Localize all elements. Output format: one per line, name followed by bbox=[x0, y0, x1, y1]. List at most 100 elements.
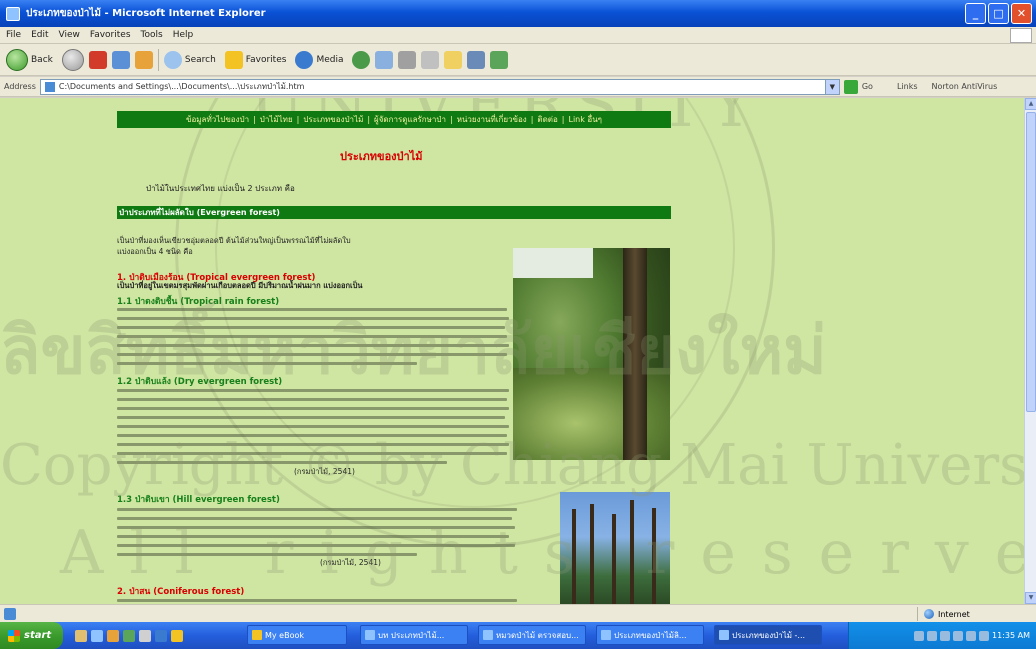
nav-general[interactable]: ข้อมูลทั่วไปของป่า bbox=[186, 113, 249, 126]
back-icon[interactable] bbox=[6, 48, 28, 71]
quicklaunch-icon[interactable] bbox=[75, 629, 87, 642]
quicklaunch-icon[interactable] bbox=[91, 629, 103, 642]
evergreen-forest-photo bbox=[513, 248, 670, 460]
stop-icon[interactable] bbox=[88, 50, 107, 69]
standard-toolbar: Back Search Favorites Media bbox=[0, 44, 1036, 76]
windows-logo-icon bbox=[1010, 28, 1032, 43]
address-url: C:\Documents and Settings\...\Documents\… bbox=[58, 82, 305, 91]
hill-evergreen-ref: (กรมป่าไม้, 2541) bbox=[320, 558, 381, 567]
address-input[interactable]: C:\Documents and Settings\...\Documents\… bbox=[39, 78, 840, 95]
taskbar-item[interactable]: หมวดป่าไม้ ตรวจสอบ... bbox=[478, 625, 586, 645]
mail-icon[interactable] bbox=[375, 50, 394, 69]
taskbar-item[interactable]: บท ประเภทป่าไม้... bbox=[360, 625, 468, 645]
nav-forest-types[interactable]: ประเภทของป่าไม้ bbox=[303, 113, 363, 126]
search-label[interactable]: Search bbox=[185, 55, 216, 65]
go-icon[interactable] bbox=[843, 79, 858, 94]
tray-icon[interactable] bbox=[979, 630, 990, 641]
scroll-thumb[interactable] bbox=[1026, 112, 1036, 412]
status-bar: Internet bbox=[0, 604, 1036, 622]
globe-icon bbox=[924, 609, 934, 619]
window-titlebar: ประเภทของป่าไม้ - Microsoft Internet Exp… bbox=[0, 0, 1036, 27]
links-button[interactable]: Links bbox=[897, 82, 918, 91]
address-bar: Address C:\Documents and Settings\...\Do… bbox=[0, 77, 1036, 97]
print-icon[interactable] bbox=[398, 50, 417, 69]
subheading-dry-evergreen: 1.2 ป่าดิบแล้ง (Dry evergreen forest) bbox=[117, 377, 283, 387]
menu-bar: File Edit View Favorites Tools Help bbox=[0, 27, 1036, 44]
taskbar-item[interactable]: My eBook bbox=[247, 625, 347, 645]
tropical-evergreen-desc: เป็นป่าที่อยู่ในเขตมรสุมพัดผ่านเกือบตลอด… bbox=[117, 281, 363, 290]
site-nav: ข้อมูลทั่วไปของป่า | ป่าไม้ไทย | ประเภทของ… bbox=[117, 111, 671, 128]
menu-edit[interactable]: Edit bbox=[31, 30, 48, 40]
taskbar-item-active[interactable]: ประเภทของป่าไม้ -... bbox=[714, 625, 822, 645]
pine-forest-photo bbox=[560, 492, 670, 604]
favorites-icon[interactable] bbox=[224, 50, 243, 69]
scroll-up-icon[interactable]: ▲ bbox=[1025, 98, 1036, 110]
search-icon[interactable] bbox=[163, 50, 182, 69]
nav-links[interactable]: Link อื่นๆ bbox=[568, 113, 602, 126]
ie-icon bbox=[6, 6, 20, 21]
system-tray: 11:35 AM bbox=[848, 622, 1036, 649]
address-label: Address bbox=[4, 82, 36, 91]
minimize-button[interactable]: _ bbox=[965, 3, 986, 24]
window-title: ประเภทของป่าไม้ - Microsoft Internet Exp… bbox=[26, 8, 266, 19]
media-label[interactable]: Media bbox=[316, 55, 343, 65]
research-icon[interactable] bbox=[490, 50, 509, 69]
section-heading-evergreen: ป่าประเภทที่ไม่ผลัดใบ (Evergreen forest) bbox=[117, 206, 671, 219]
vertical-scrollbar[interactable]: ▲ ▼ bbox=[1024, 98, 1036, 604]
folder-icon[interactable] bbox=[444, 50, 463, 69]
home-icon[interactable] bbox=[134, 50, 153, 69]
window-controls: _ □ ✕ bbox=[965, 3, 1032, 24]
norton-button[interactable]: Norton AntiVirus bbox=[932, 82, 998, 91]
maximize-button[interactable]: □ bbox=[988, 3, 1009, 24]
address-dropdown-icon[interactable]: ▼ bbox=[824, 79, 839, 94]
menu-file[interactable]: File bbox=[6, 30, 21, 40]
subheading-hill-evergreen: 1.3 ป่าดิบเขา (Hill evergreen forest) bbox=[117, 495, 280, 505]
forward-icon[interactable] bbox=[61, 48, 84, 71]
zone-label: Internet bbox=[938, 609, 970, 619]
tray-icon[interactable] bbox=[953, 630, 964, 641]
menu-view[interactable]: View bbox=[59, 30, 80, 40]
quicklaunch-icon[interactable] bbox=[171, 629, 183, 642]
refresh-icon[interactable] bbox=[111, 50, 130, 69]
page-status-icon bbox=[4, 607, 16, 620]
close-button[interactable]: ✕ bbox=[1011, 3, 1032, 24]
tray-icon[interactable] bbox=[914, 630, 925, 641]
menu-tools[interactable]: Tools bbox=[141, 30, 163, 40]
tray-icon[interactable] bbox=[927, 630, 938, 641]
history-icon[interactable] bbox=[352, 50, 371, 69]
scroll-down-icon[interactable]: ▼ bbox=[1025, 592, 1036, 604]
quicklaunch-icon[interactable] bbox=[139, 629, 151, 642]
nav-caretakers[interactable]: ผู้จัดการดูแลรักษาป่า bbox=[374, 113, 446, 126]
section-intro-line2: แบ่งออกเป็น 4 ชนิด คือ bbox=[117, 247, 193, 256]
section-intro-line1: เป็นป่าที่มองเห็นเขียวชอุ่มตลอดปี ต้นไม้… bbox=[117, 236, 351, 245]
security-zone: Internet bbox=[917, 607, 1032, 621]
coniferous-paragraph bbox=[117, 599, 517, 602]
edit-icon[interactable] bbox=[421, 50, 440, 69]
nav-agencies[interactable]: หน่วยงานที่เกี่ยวข้อง bbox=[457, 113, 527, 126]
start-button[interactable]: start bbox=[0, 622, 63, 649]
quicklaunch-icon[interactable] bbox=[123, 629, 135, 642]
favorites-label[interactable]: Favorites bbox=[246, 55, 287, 65]
back-label[interactable]: Back bbox=[31, 55, 53, 65]
media-icon[interactable] bbox=[295, 50, 314, 69]
subheading-coniferous: 2. ป่าสน (Coniferous forest) bbox=[117, 587, 245, 597]
toolbar-separator bbox=[157, 48, 159, 71]
quicklaunch-icon[interactable] bbox=[107, 629, 119, 642]
watermark-seal bbox=[175, 98, 775, 548]
taskbar-item[interactable]: ประเภทของป่าไม้ลิ... bbox=[596, 625, 704, 645]
menu-help[interactable]: Help bbox=[173, 30, 194, 40]
tray-icon[interactable] bbox=[940, 630, 951, 641]
intro-text: ป่าไม้ในประเทศไทย แบ่งเป็น 2 ประเภท คือ bbox=[146, 184, 295, 193]
page-icon bbox=[44, 81, 55, 92]
start-label: start bbox=[24, 630, 52, 641]
menu-favorites[interactable]: Favorites bbox=[90, 30, 131, 40]
nav-thai-forest[interactable]: ป่าไม้ไทย bbox=[260, 113, 293, 126]
page-viewport: UNIVERSITY ข้อมูลทั่วไปของป่า| ป่าไม้ไทย… bbox=[0, 98, 1024, 604]
nav-contact[interactable]: ติดต่อ bbox=[537, 113, 557, 126]
quicklaunch-icon[interactable] bbox=[155, 629, 167, 642]
windows-flag-icon bbox=[8, 629, 20, 642]
tray-icon[interactable] bbox=[966, 630, 977, 641]
messenger-icon[interactable] bbox=[467, 50, 486, 69]
go-button[interactable]: Go bbox=[862, 82, 873, 91]
clock[interactable]: 11:35 AM bbox=[992, 631, 1030, 640]
